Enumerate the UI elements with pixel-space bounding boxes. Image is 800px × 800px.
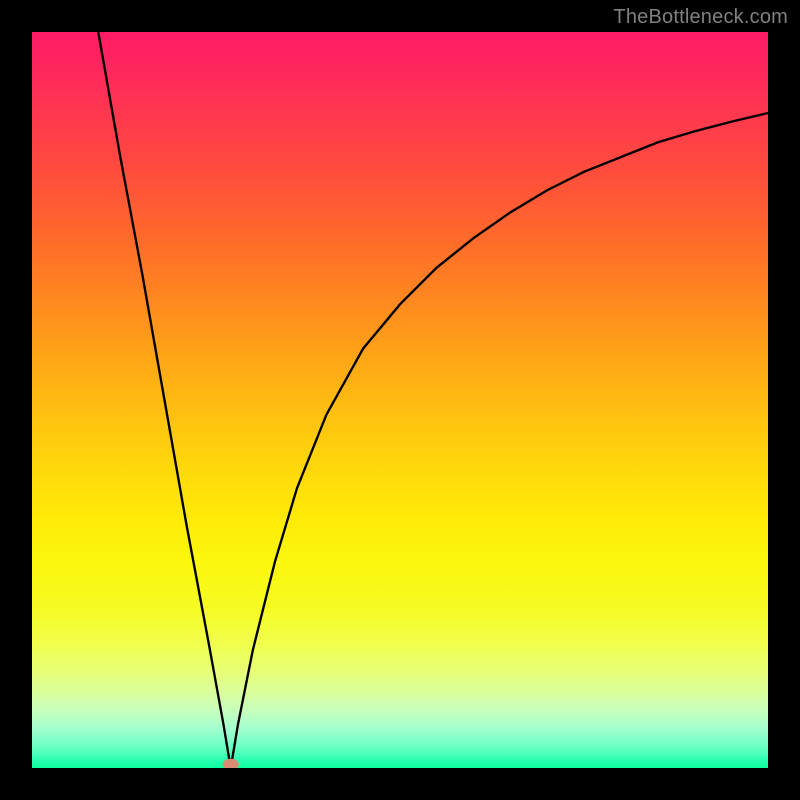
curve-right-branch	[231, 113, 768, 768]
minimum-marker	[223, 759, 239, 768]
curve-svg	[32, 32, 768, 768]
curve-left-branch	[98, 32, 230, 768]
chart-frame: TheBottleneck.com	[0, 0, 800, 800]
watermark-text: TheBottleneck.com	[613, 6, 788, 29]
plot-area	[32, 32, 768, 768]
